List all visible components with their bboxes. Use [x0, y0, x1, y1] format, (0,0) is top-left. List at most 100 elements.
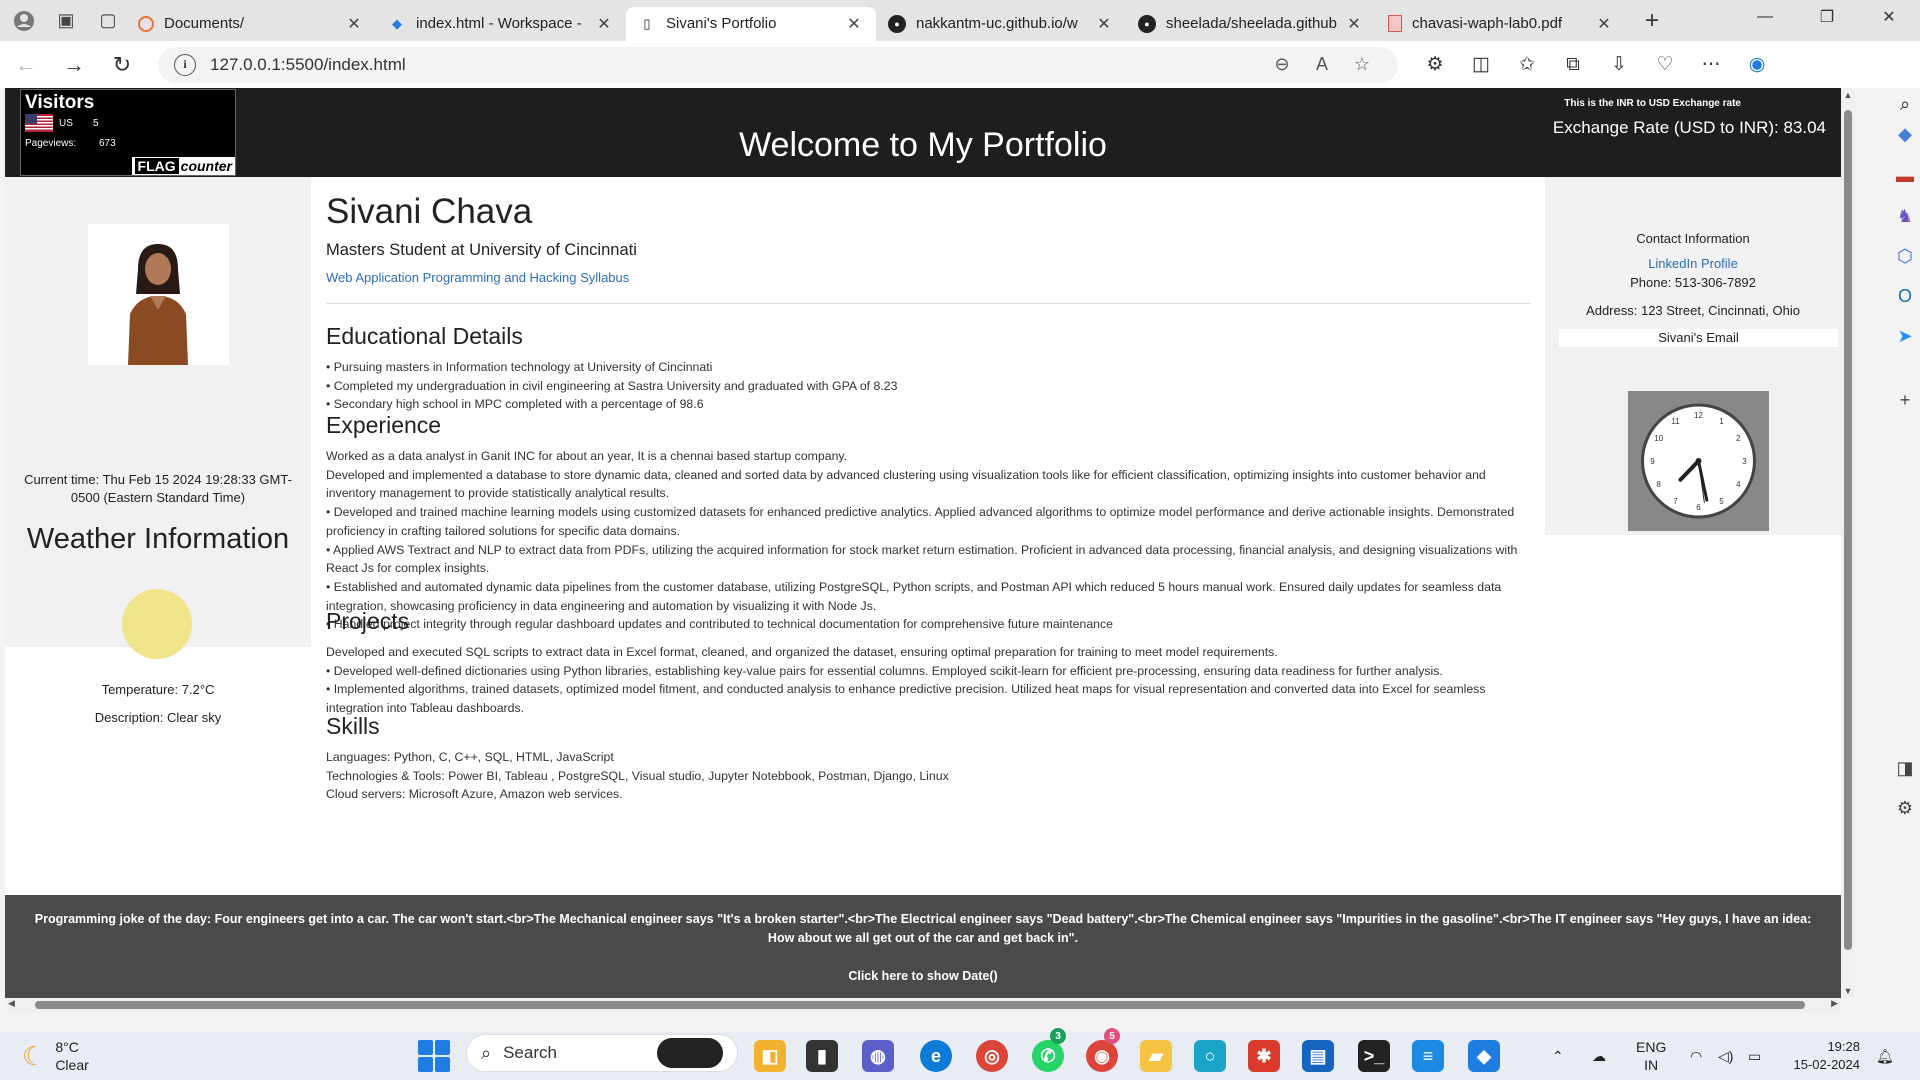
- exchange-rate: Exchange Rate (USD to INR): 83.04: [1552, 118, 1826, 137]
- taskbar-weather-desc: Clear: [55, 1057, 89, 1073]
- edge-icon[interactable]: e: [920, 1040, 952, 1072]
- m365-icon[interactable]: ⬡: [1890, 246, 1920, 267]
- scroll-thumb[interactable]: [35, 1001, 1805, 1009]
- search-placeholder: Search: [503, 1043, 557, 1062]
- widgets-icon[interactable]: ◧: [754, 1040, 786, 1072]
- add-sidebar-icon[interactable]: +: [1890, 390, 1920, 411]
- address: Address: 123 Street, Cincinnati, Ohio: [1586, 303, 1800, 318]
- language-indicator[interactable]: ENG IN: [1636, 1032, 1666, 1080]
- back-button[interactable]: ←: [4, 47, 48, 83]
- favorite-star-icon[interactable]: ☆: [1342, 54, 1382, 75]
- shopping-tag-icon[interactable]: ◆: [1890, 124, 1920, 145]
- notepad-icon[interactable]: ≡: [1412, 1040, 1444, 1072]
- search-icon: ⌕: [481, 1042, 492, 1063]
- extensions-icon[interactable]: ⚙: [1412, 47, 1458, 83]
- app-icon[interactable]: ○: [1194, 1040, 1226, 1072]
- close-icon[interactable]: ✕: [594, 14, 614, 34]
- url-text[interactable]: 127.0.0.1:5500/index.html: [210, 55, 1262, 75]
- programming-joke: Programming joke of the day: Four engine…: [34, 912, 1812, 945]
- list-item: Cloud servers: Microsoft Azure, Amazon w…: [326, 787, 623, 802]
- store-icon[interactable]: ▤: [1302, 1040, 1334, 1072]
- left-panel: Current time: Thu Feb 15 2024 19:28:33 G…: [5, 177, 311, 725]
- linkedin-link[interactable]: LinkedIn Profile: [1545, 256, 1841, 271]
- search-icon[interactable]: ⌕: [1890, 94, 1920, 115]
- terminal-icon[interactable]: >_: [1358, 1040, 1390, 1072]
- vertical-scrollbar[interactable]: ▲ ▼: [1841, 88, 1855, 998]
- syllabus-link[interactable]: Web Application Programming and Hacking …: [326, 270, 629, 285]
- taskbar-weather[interactable]: ☾ 8°C Clear: [22, 1032, 89, 1080]
- send-icon[interactable]: ➤: [1890, 326, 1920, 347]
- outlook-icon[interactable]: O: [1890, 286, 1920, 307]
- settings-app-icon[interactable]: ✱: [1248, 1040, 1280, 1072]
- close-window-icon[interactable]: ✕: [1858, 0, 1920, 34]
- volume-icon[interactable]: ◁): [1718, 1032, 1733, 1080]
- sidebar-toggle-icon[interactable]: ◨: [1890, 758, 1920, 779]
- tab-github-2[interactable]: ● sheelada/sheelada.github ✕: [1126, 7, 1376, 41]
- info-icon[interactable]: i: [174, 53, 196, 76]
- close-icon[interactable]: ✕: [344, 14, 364, 34]
- taskbar-temp: 8°C: [55, 1039, 79, 1055]
- profile-name: Sivani Chava: [326, 192, 533, 231]
- email-button[interactable]: Sivani's Email: [1559, 329, 1838, 347]
- refresh-button[interactable]: ↻: [100, 47, 144, 83]
- tab-vscode[interactable]: ◆ index.html - Workspace - ✕: [376, 7, 626, 41]
- close-icon[interactable]: ✕: [1344, 14, 1364, 34]
- github-icon: ●: [888, 14, 906, 33]
- copilot-badge-icon: [657, 1038, 723, 1068]
- downloads-icon[interactable]: ⇩: [1596, 47, 1642, 83]
- performance-icon[interactable]: ♡: [1642, 47, 1688, 83]
- forward-button[interactable]: →: [52, 47, 96, 83]
- tab-actions-icon[interactable]: ▢: [90, 3, 126, 39]
- tray-chevron-icon[interactable]: ⌃: [1552, 1032, 1564, 1080]
- chrome-icon[interactable]: ◉: [1086, 1040, 1118, 1072]
- close-icon[interactable]: ✕: [1594, 14, 1614, 34]
- tab-github-1[interactable]: ● nakkantm-uc.github.io/w ✕: [876, 7, 1126, 41]
- maximize-icon[interactable]: ❐: [1796, 0, 1858, 34]
- system-clock[interactable]: 19:28 15-02-2024: [1794, 1032, 1861, 1080]
- split-screen-icon[interactable]: ◫: [1458, 47, 1504, 83]
- whatsapp-icon[interactable]: ✆: [1032, 1040, 1064, 1072]
- profile-photo: [88, 224, 229, 365]
- page-icon: ▯: [643, 15, 651, 31]
- vscode-icon[interactable]: ◆: [1468, 1040, 1500, 1072]
- scroll-thumb[interactable]: [1844, 110, 1852, 950]
- list-item: Developed and executed SQL scripts to ex…: [326, 645, 1278, 659]
- task-view-icon[interactable]: ▮: [806, 1040, 838, 1072]
- more-menu-icon[interactable]: ⋯: [1688, 47, 1734, 83]
- tab-pdf[interactable]: chavasi-waph-lab0.pdf ✕: [1376, 7, 1626, 41]
- read-aloud-icon[interactable]: A: [1302, 54, 1342, 75]
- toolbox-icon[interactable]: ▬: [1890, 166, 1920, 187]
- tab-title: chavasi-waph-lab0.pdf: [1412, 15, 1563, 32]
- favorites-icon[interactable]: ✩: [1504, 47, 1550, 83]
- close-icon[interactable]: ✕: [844, 14, 864, 34]
- clock-center: [1695, 458, 1702, 464]
- zoom-out-icon[interactable]: ⊖: [1262, 54, 1302, 75]
- collections-icon[interactable]: ⧉: [1550, 47, 1596, 83]
- new-tab-button[interactable]: +: [1634, 3, 1670, 39]
- close-icon[interactable]: ✕: [1094, 14, 1114, 34]
- show-date-button[interactable]: Click here to show Date(): [5, 969, 1841, 983]
- profile-icon[interactable]: [6, 3, 42, 39]
- tab-documents[interactable]: Documents/ ✕: [126, 7, 376, 41]
- minimize-icon[interactable]: —: [1734, 0, 1796, 34]
- address-bar[interactable]: i 127.0.0.1:5500/index.html ⊖ A ☆: [158, 46, 1398, 83]
- file-explorer-icon[interactable]: ▰: [1140, 1040, 1172, 1072]
- wifi-icon[interactable]: ◠: [1690, 1032, 1702, 1080]
- onedrive-icon[interactable]: ☁: [1592, 1032, 1606, 1080]
- games-icon[interactable]: ♞: [1890, 206, 1920, 227]
- clock-number: 8: [1656, 480, 1661, 489]
- teams-chat-icon[interactable]: ◍: [862, 1040, 894, 1072]
- taskbar-search[interactable]: ⌕ Search: [466, 1034, 738, 1072]
- window-controls: — ❐ ✕: [1734, 0, 1920, 34]
- notifications-bell-icon[interactable]: 🔔︎: [1876, 1032, 1894, 1080]
- education-heading: Educational Details: [326, 323, 523, 349]
- start-button[interactable]: [418, 1040, 450, 1072]
- horizontal-scrollbar[interactable]: ◀ ▶: [5, 998, 1841, 1012]
- settings-gear-icon[interactable]: ⚙: [1890, 798, 1920, 819]
- battery-icon[interactable]: ▭: [1748, 1032, 1761, 1080]
- chrome-dev-icon[interactable]: ◎: [976, 1040, 1008, 1072]
- tab-portfolio[interactable]: ▯ Sivani's Portfolio ✕: [626, 6, 876, 41]
- copilot-icon[interactable]: ◉: [1734, 47, 1780, 83]
- workspaces-icon[interactable]: ▣: [48, 3, 84, 39]
- fc-title: Visitors: [25, 92, 95, 113]
